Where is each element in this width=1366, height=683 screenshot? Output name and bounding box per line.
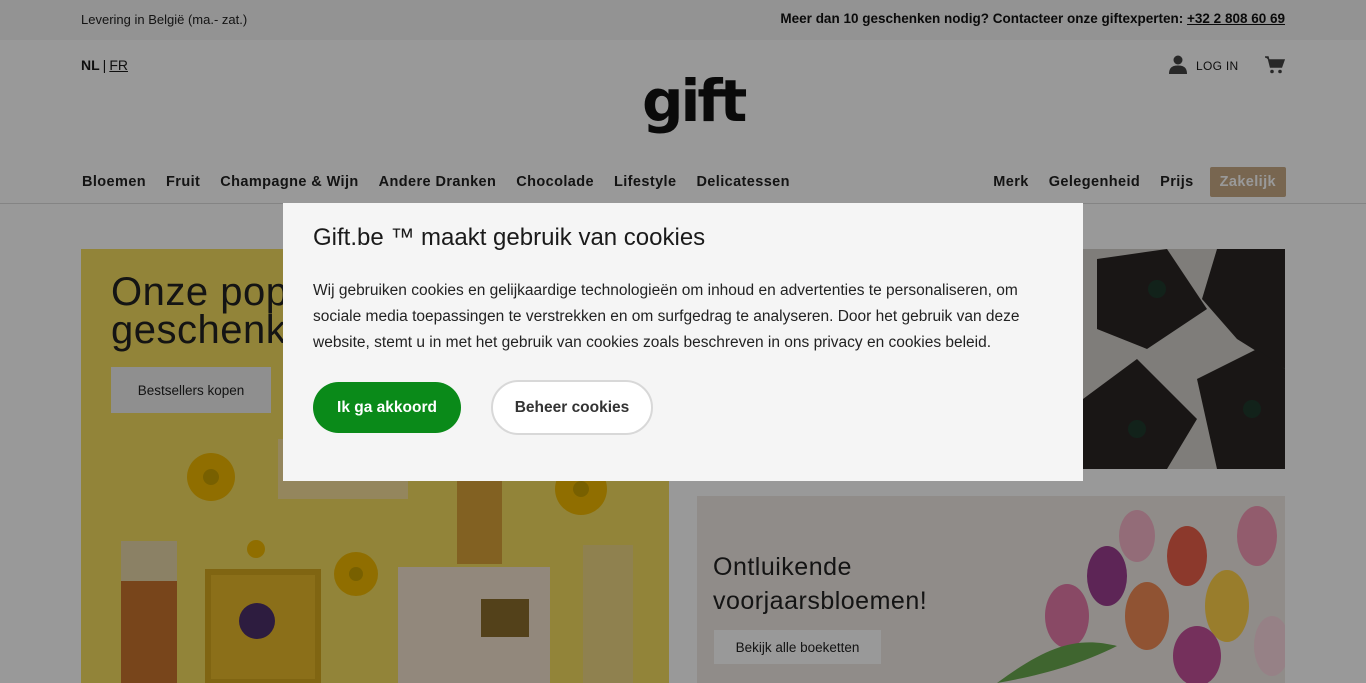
accept-cookies-button[interactable]: Ik ga akkoord: [313, 382, 461, 433]
manage-cookies-button[interactable]: Beheer cookies: [491, 380, 653, 435]
cookie-title: Gift.be ™ maakt gebruik van cookies: [313, 224, 706, 251]
cookie-consent-dialog: Gift.be ™ maakt gebruik van cookies Wij …: [283, 203, 1083, 481]
cookie-description: Wij gebruiken cookies en gelijkaardige t…: [313, 282, 1020, 351]
